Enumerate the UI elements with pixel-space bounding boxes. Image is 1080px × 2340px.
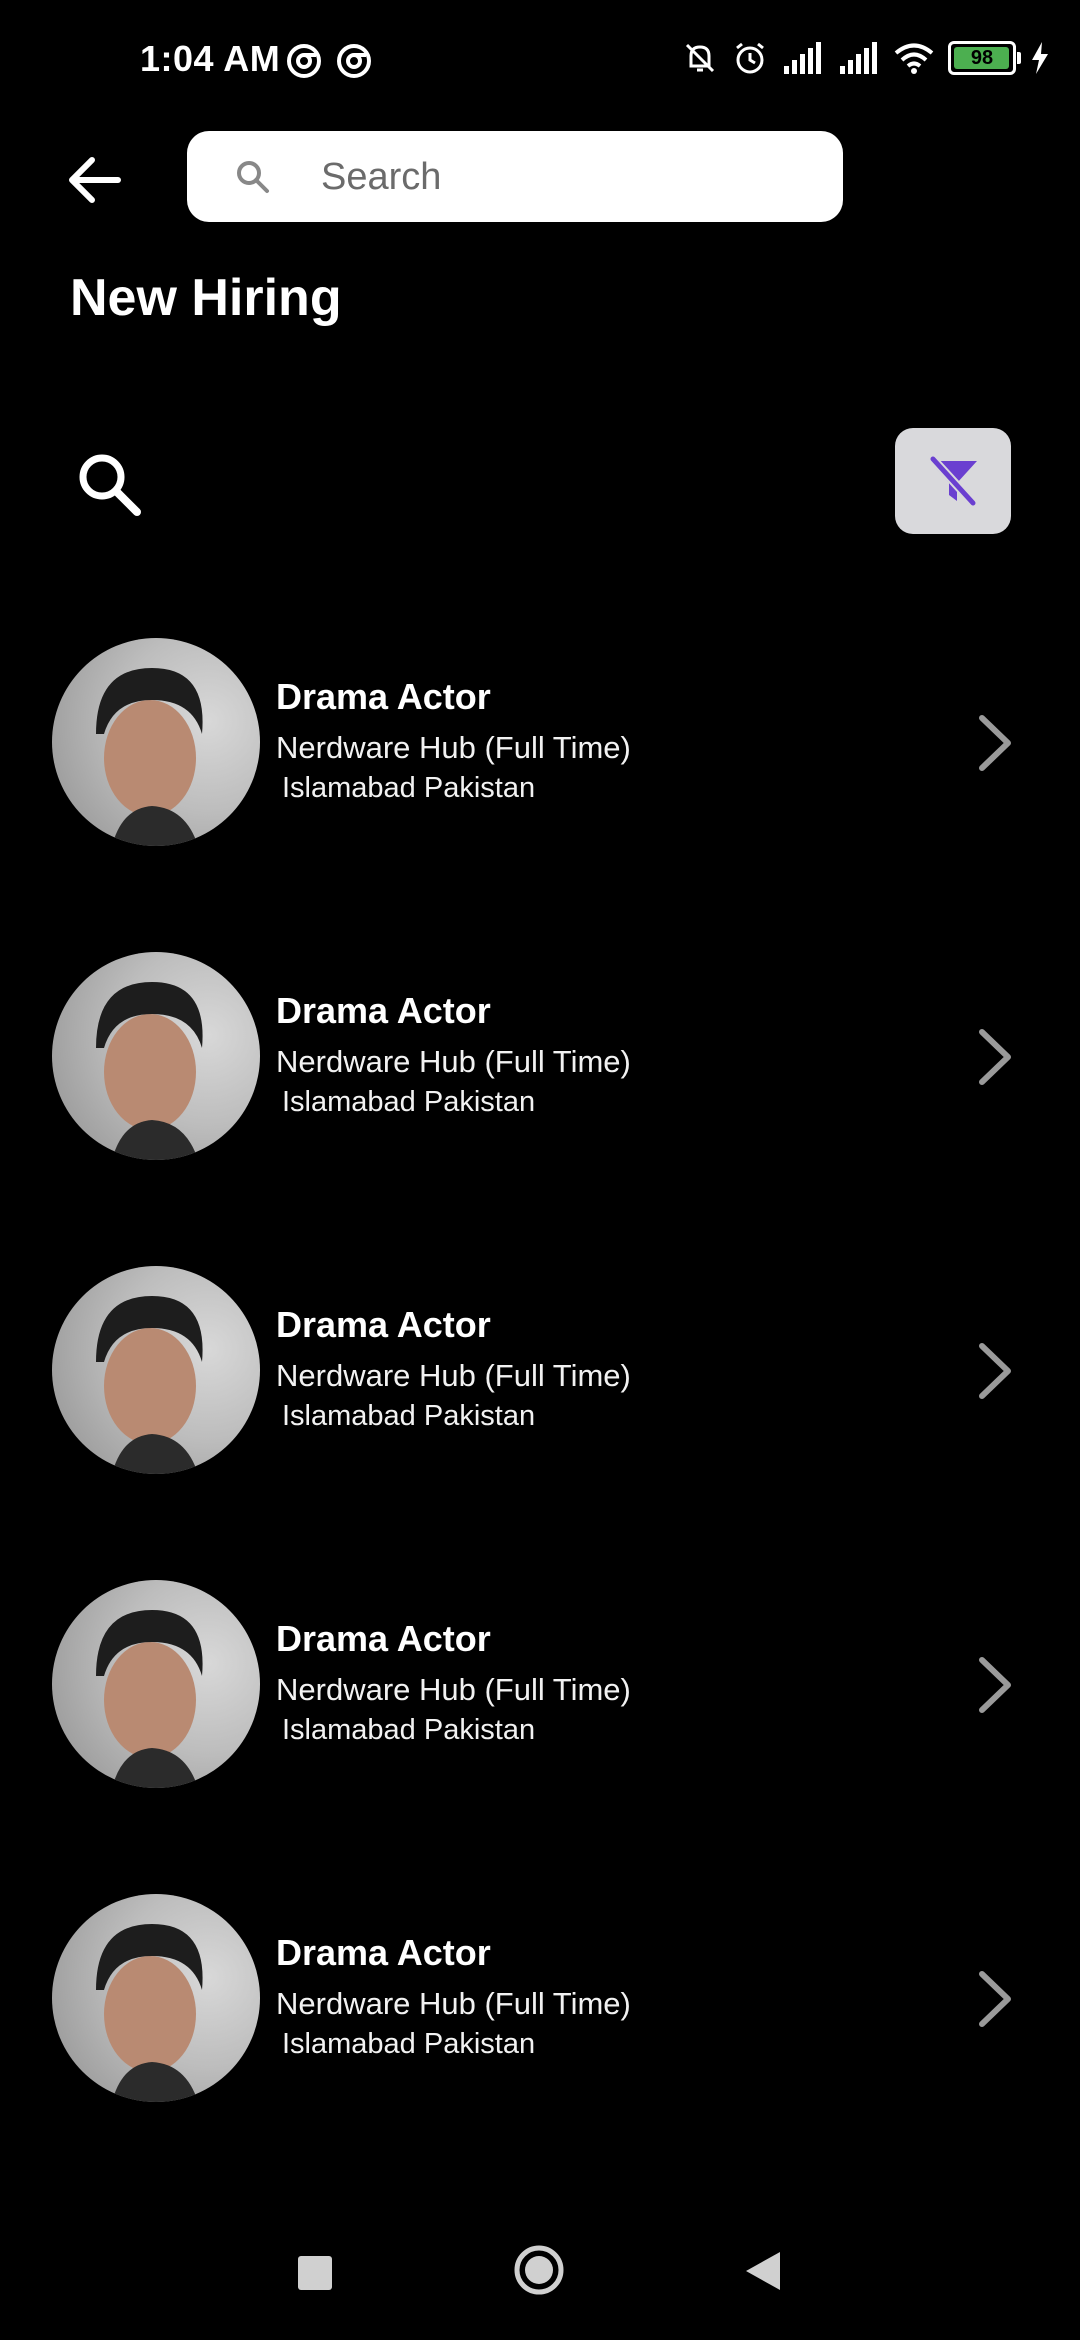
battery-percent: 98 bbox=[970, 46, 994, 69]
signal-icon bbox=[784, 42, 821, 74]
back-button[interactable] bbox=[62, 148, 126, 212]
filter-off-icon bbox=[926, 452, 980, 510]
list-item[interactable]: Drama Actor Nerdware Hub (Full Time) Isl… bbox=[0, 1266, 1080, 1580]
avatar bbox=[52, 952, 260, 1160]
job-location: Islamabad Pakistan bbox=[282, 1086, 536, 1118]
list-item[interactable]: Drama Actor Nerdware Hub (Full Time) Isl… bbox=[0, 952, 1080, 1266]
page-title: New Hiring bbox=[70, 269, 342, 327]
sync-icon bbox=[337, 44, 371, 78]
status-right-icons: 98 bbox=[682, 40, 1050, 76]
sync-icon bbox=[287, 44, 321, 78]
wifi-icon bbox=[894, 43, 934, 74]
status-left-icons bbox=[285, 42, 373, 80]
job-title: Drama Actor bbox=[276, 990, 491, 1031]
job-title: Drama Actor bbox=[276, 1932, 491, 1973]
job-location: Islamabad Pakistan bbox=[282, 772, 536, 804]
job-company: Nerdware Hub (Full Time) bbox=[276, 1358, 631, 1393]
avatar bbox=[52, 1580, 260, 1788]
job-list: Drama Actor Nerdware Hub (Full Time) Isl… bbox=[0, 638, 1080, 2208]
chevron-right-icon[interactable] bbox=[970, 1336, 1020, 1406]
person-icon bbox=[96, 668, 203, 846]
battery-icon: 98 bbox=[948, 41, 1021, 75]
list-item[interactable]: Drama Actor Nerdware Hub (Full Time) Isl… bbox=[0, 1580, 1080, 1894]
job-title: Drama Actor bbox=[276, 1618, 491, 1659]
filter-button[interactable] bbox=[895, 428, 1011, 534]
signal-icon bbox=[840, 42, 877, 74]
search-bar[interactable] bbox=[187, 131, 843, 224]
avatar bbox=[52, 1266, 260, 1474]
status-time: 1:04 AM bbox=[140, 38, 281, 79]
list-item[interactable]: Drama Actor Nerdware Hub (Full Time) Isl… bbox=[0, 638, 1080, 952]
job-location: Islamabad Pakistan bbox=[282, 1400, 536, 1432]
chevron-right-icon[interactable] bbox=[970, 1022, 1020, 1092]
recent-apps-button[interactable] bbox=[298, 2256, 332, 2290]
job-title: Drama Actor bbox=[276, 676, 491, 717]
avatar bbox=[52, 638, 260, 846]
home-button[interactable] bbox=[513, 2244, 565, 2296]
job-location: Islamabad Pakistan bbox=[282, 2028, 536, 2060]
mute-icon bbox=[685, 43, 715, 73]
search-icon bbox=[237, 161, 269, 193]
person-icon bbox=[96, 1610, 203, 1788]
search-icon[interactable] bbox=[75, 450, 145, 520]
person-icon bbox=[96, 1924, 203, 2102]
job-location: Islamabad Pakistan bbox=[282, 1714, 536, 1746]
chevron-right-icon[interactable] bbox=[970, 1650, 1020, 1720]
search-input[interactable] bbox=[319, 131, 823, 224]
system-nav-bar bbox=[0, 2220, 1080, 2330]
person-icon bbox=[96, 982, 203, 1160]
chevron-right-icon[interactable] bbox=[970, 1964, 1020, 2034]
avatar bbox=[52, 1894, 260, 2102]
alarm-icon bbox=[736, 42, 764, 74]
job-title: Drama Actor bbox=[276, 1304, 491, 1345]
nav-back-button[interactable] bbox=[740, 2248, 784, 2294]
charging-icon bbox=[1032, 42, 1048, 74]
job-company: Nerdware Hub (Full Time) bbox=[276, 1986, 631, 2021]
list-item[interactable]: Drama Actor Nerdware Hub (Full Time) Isl… bbox=[0, 1894, 1080, 2208]
person-icon bbox=[96, 1296, 203, 1474]
status-bar: 1:04 AM 98 bbox=[0, 0, 1080, 120]
job-company: Nerdware Hub (Full Time) bbox=[276, 730, 631, 765]
job-company: Nerdware Hub (Full Time) bbox=[276, 1044, 631, 1079]
job-company: Nerdware Hub (Full Time) bbox=[276, 1672, 631, 1707]
chevron-right-icon[interactable] bbox=[970, 708, 1020, 778]
